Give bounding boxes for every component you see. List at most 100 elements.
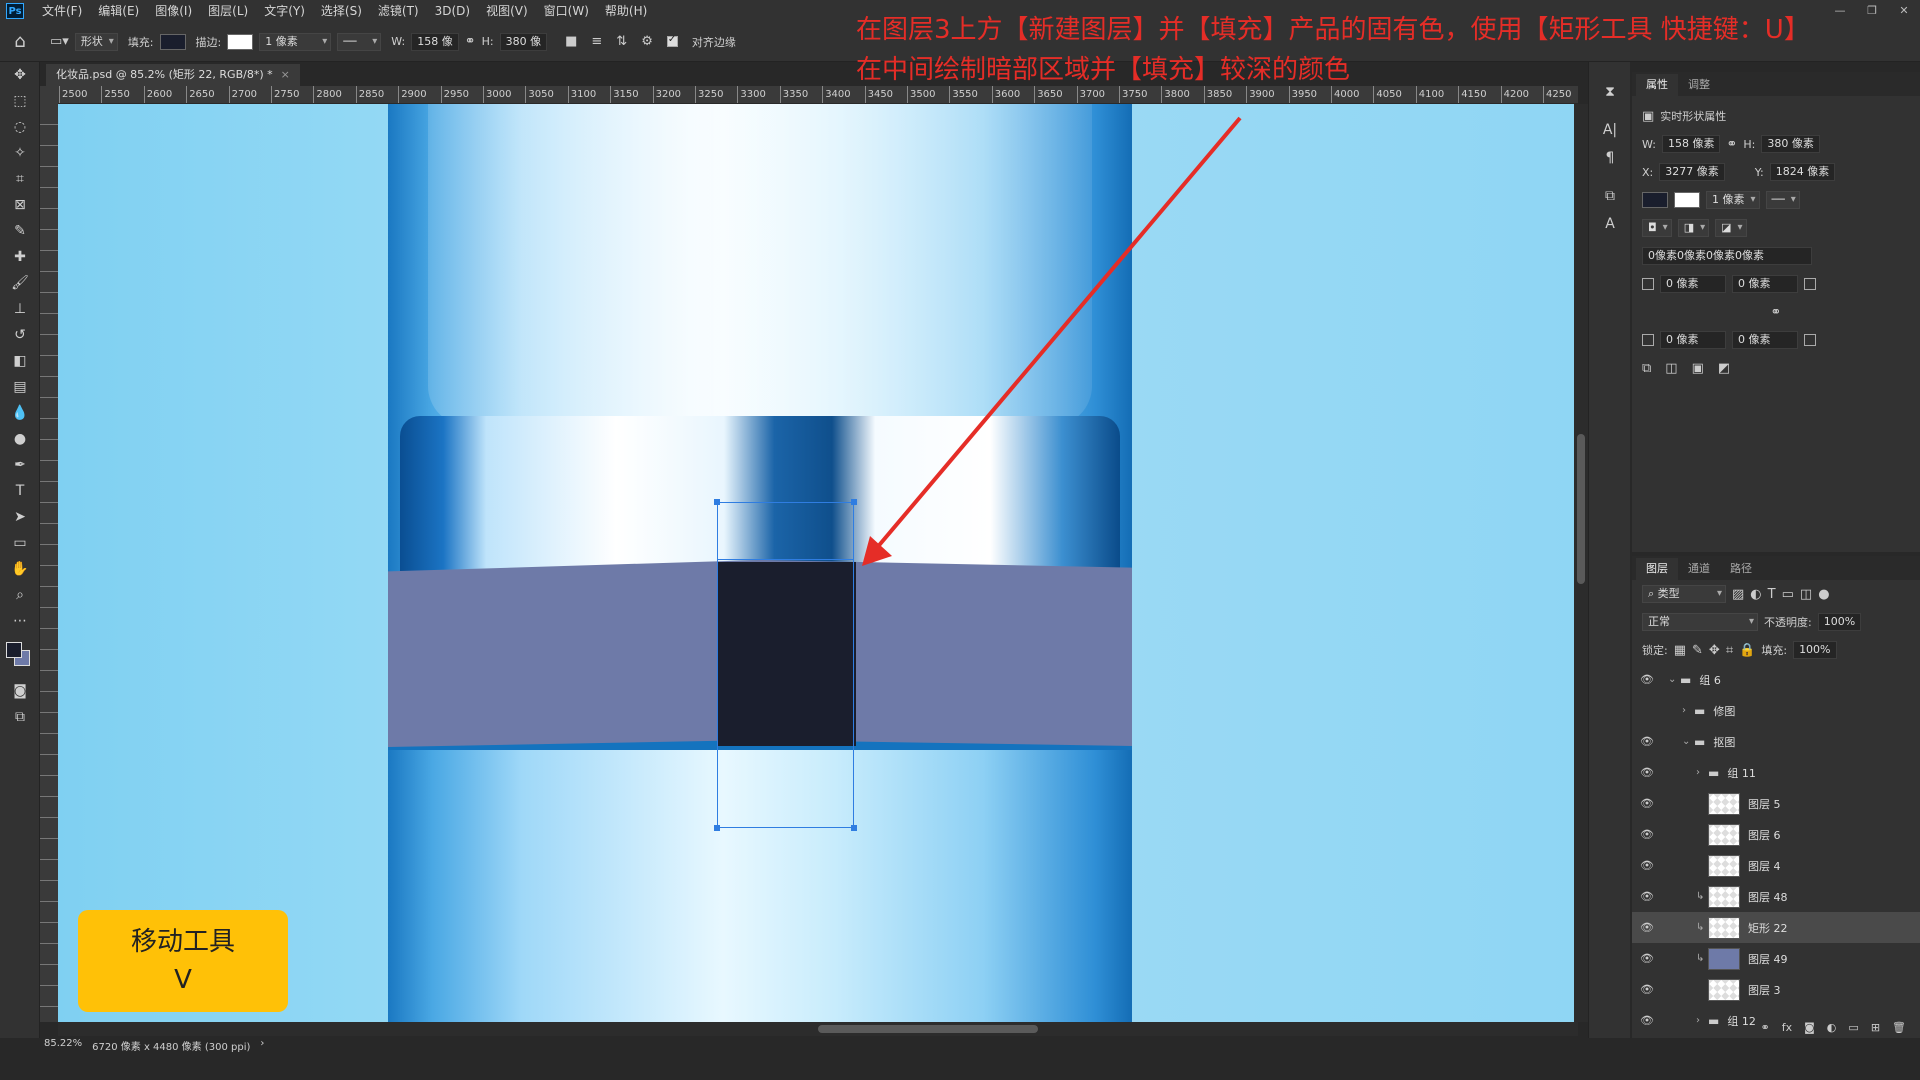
character-panel-icon[interactable]: A| <box>1589 116 1631 144</box>
layer-name[interactable]: 图层 5 <box>1748 796 1781 812</box>
vertical-scrollbar[interactable] <box>1574 104 1588 1022</box>
menu-help[interactable]: 帮助(H) <box>597 0 655 22</box>
character-styles-icon[interactable]: A <box>1589 210 1631 238</box>
layer-group-row[interactable]: 👁 ›▬ 修图 <box>1632 695 1920 726</box>
vertical-scroll-thumb[interactable] <box>1577 434 1585 584</box>
blur-tool-icon[interactable]: 💧 <box>0 400 40 426</box>
layer-name[interactable]: 图层 48 <box>1748 889 1788 905</box>
rectangle-tool-icon[interactable]: ▭ <box>0 530 40 556</box>
link-layers-icon[interactable]: ⚭ <box>1761 1021 1770 1034</box>
crop-tool-icon[interactable]: ⌗ <box>0 166 40 192</box>
new-layer-icon[interactable]: ⊞ <box>1871 1021 1880 1034</box>
screen-mode-icon[interactable]: ⧉ <box>0 704 40 730</box>
delete-layer-icon[interactable]: 🗑 <box>1892 1021 1906 1034</box>
move-tool-icon[interactable]: ✥ <box>0 62 40 88</box>
corner-tl-icon[interactable] <box>1642 278 1654 290</box>
document-info[interactable]: 6720 像素 x 4480 像素 (300 ppi) <box>92 1038 250 1053</box>
filter-adjustment-icon[interactable]: ◐ <box>1750 587 1761 602</box>
layer-thumbnail[interactable] <box>1708 885 1740 908</box>
adjustment-layer-icon[interactable]: ◐ <box>1827 1021 1837 1034</box>
gradient-tool-icon[interactable]: ▤ <box>0 374 40 400</box>
visibility-eye-icon[interactable]: 👁 <box>1636 952 1658 965</box>
link-icon[interactable]: ⚭ <box>465 34 476 49</box>
history-brush-tool-icon[interactable]: ↺ <box>0 322 40 348</box>
align-edges-checkbox[interactable] <box>666 34 678 47</box>
path-selection-tool-icon[interactable]: ➤ <box>0 504 40 530</box>
corner-tr-icon[interactable] <box>1804 278 1816 290</box>
layer-thumbnail[interactable] <box>1708 947 1740 970</box>
fill-swatch[interactable] <box>159 33 186 50</box>
layer-name[interactable]: 图层 49 <box>1748 951 1788 967</box>
lock-transparency-icon[interactable]: ▦ <box>1674 643 1686 658</box>
history-panel-icon[interactable]: ⧗ <box>1589 78 1631 106</box>
menu-edit[interactable]: 编辑(E) <box>90 0 147 22</box>
visibility-eye-icon[interactable]: 👁 <box>1636 673 1658 686</box>
paragraph-panel-icon[interactable]: ¶ <box>1589 144 1631 172</box>
filter-toggle-icon[interactable]: ● <box>1818 587 1829 602</box>
layer-group-row[interactable]: 👁 ⌄ ▬ 组 6 <box>1632 664 1920 695</box>
layer-name[interactable]: 图层 6 <box>1748 827 1781 843</box>
healing-brush-tool-icon[interactable]: ✚ <box>0 244 40 270</box>
path-arrangement-icon[interactable]: ⇅ <box>616 34 627 49</box>
magic-wand-tool-icon[interactable]: ✧ <box>0 140 40 166</box>
path-combine-icon[interactable]: ⧉ <box>1642 361 1651 376</box>
path-intersect-icon[interactable]: ▣ <box>1692 361 1704 376</box>
ruler-origin[interactable] <box>40 86 58 104</box>
color-swatches[interactable] <box>0 634 39 678</box>
layer-row[interactable]: 👁 ↳ 图层 48 <box>1632 881 1920 912</box>
stroke-caps-select[interactable]: ◨ <box>1677 219 1710 237</box>
visibility-eye-icon[interactable]: 👁 <box>1636 921 1658 934</box>
horizontal-scroll-thumb[interactable] <box>818 1025 1038 1033</box>
visibility-eye-icon[interactable]: 👁 <box>1636 704 1658 717</box>
path-subtract-icon[interactable]: ◫ <box>1665 361 1677 376</box>
menu-image[interactable]: 图像(I) <box>147 0 200 22</box>
link-icon[interactable]: ⚭ <box>1726 137 1737 152</box>
new-group-icon[interactable]: ▭ <box>1848 1021 1858 1034</box>
filter-pixel-icon[interactable]: ▨ <box>1732 587 1744 602</box>
path-operations-icon[interactable]: ■ <box>565 34 577 49</box>
layer-row[interactable]: 👁 ↳ 矩形 22 <box>1632 912 1920 943</box>
expand-chevron-icon[interactable]: › <box>1696 767 1708 778</box>
layer-row[interactable]: 👁 图层 3 <box>1632 974 1920 1005</box>
lock-all-icon[interactable]: 🔒 <box>1739 643 1755 658</box>
stroke-corners-select[interactable]: ◪ <box>1715 219 1747 237</box>
layer-name[interactable]: 组 11 <box>1727 765 1756 781</box>
prop-stroke-width[interactable]: 1 像素 <box>1706 191 1760 209</box>
stroke-width-select[interactable]: 1 像素 <box>259 32 332 51</box>
stroke-align-select[interactable]: ◘ <box>1642 219 1672 237</box>
layer-name[interactable]: 修图 <box>1713 703 1735 719</box>
hand-tool-icon[interactable]: ✋ <box>0 556 40 582</box>
path-exclude-icon[interactable]: ◩ <box>1718 361 1730 376</box>
layer-name[interactable]: 图层 4 <box>1748 858 1781 874</box>
prop-stroke-swatch[interactable] <box>1674 192 1700 208</box>
frame-tool-icon[interactable]: ⊠ <box>0 192 40 218</box>
corner-bl-icon[interactable] <box>1642 334 1654 346</box>
filter-shape-icon[interactable]: ▭ <box>1782 587 1794 602</box>
prop-width-field[interactable]: 158 像素 <box>1661 135 1721 153</box>
pen-tool-icon[interactable]: ✒ <box>0 452 40 478</box>
path-alignment-icon[interactable]: ≡ <box>591 34 602 49</box>
stroke-swatch[interactable] <box>227 33 254 50</box>
layer-style-icon[interactable]: fx <box>1782 1021 1792 1034</box>
eraser-tool-icon[interactable]: ◧ <box>0 348 40 374</box>
prop-y-field[interactable]: 1824 像素 <box>1769 163 1836 181</box>
stroke-type-select[interactable]: ── <box>337 32 382 51</box>
menu-select[interactable]: 选择(S) <box>313 0 370 22</box>
menu-3d[interactable]: 3D(D) <box>427 0 478 22</box>
visibility-eye-icon[interactable]: 👁 <box>1636 797 1658 810</box>
prop-x-field[interactable]: 3277 像素 <box>1659 163 1725 181</box>
tab-channels[interactable]: 通道 <box>1678 558 1720 580</box>
menu-filter[interactable]: 滤镜(T) <box>370 0 427 22</box>
corner-br-field[interactable]: 0 像素 <box>1732 331 1798 349</box>
width-field[interactable]: 158 像 <box>411 32 459 51</box>
layer-name[interactable]: 组 6 <box>1699 672 1721 688</box>
tab-properties[interactable]: 属性 <box>1636 74 1678 96</box>
layer-thumbnail[interactable] <box>1708 823 1740 846</box>
document-canvas[interactable]: 移动工具 V <box>58 104 1574 1022</box>
lock-artboard-icon[interactable]: ⌗ <box>1726 643 1733 658</box>
corner-radius-summary[interactable]: 0像素0像素0像素0像素 <box>1642 247 1812 265</box>
type-tool-icon[interactable]: T <box>0 478 40 504</box>
fill-field[interactable]: 100% <box>1793 641 1837 659</box>
height-field[interactable]: 380 像 <box>499 32 548 51</box>
gear-icon[interactable]: ⚙ <box>641 34 653 49</box>
